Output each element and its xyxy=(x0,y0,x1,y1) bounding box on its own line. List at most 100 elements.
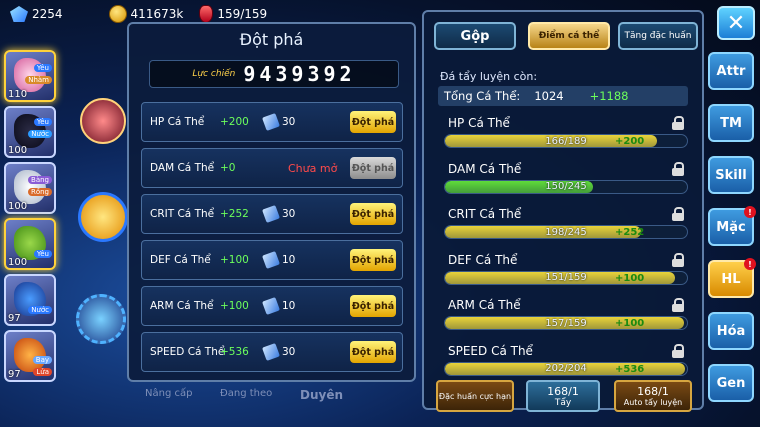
total-value: 1024 xyxy=(534,89,564,103)
level-label: 100 xyxy=(8,257,28,268)
type-badge: Yêu xyxy=(33,250,52,258)
lock-item-icon[interactable] xyxy=(78,192,128,242)
breakthrough-row-dam: DAM Cá Thể +0 Chưa mở Đột phá xyxy=(141,148,403,188)
stat-name: SPEED Cá Thể xyxy=(448,343,533,358)
breakthrough-button[interactable]: Đột phá xyxy=(350,249,396,271)
side-menu-label: Attr xyxy=(716,63,746,79)
stat-progress-text: 151/159 xyxy=(545,272,587,283)
total-label: Tổng Cá Thể: xyxy=(444,89,521,103)
training-stat-row: DEF Cá Thể 151/159 +100 xyxy=(440,252,690,287)
side-menu-label: Skill xyxy=(715,167,747,183)
level-label: 100 xyxy=(8,201,28,212)
stat-progress-bar: 198/245 +252 xyxy=(444,225,688,239)
stat-name: HP Cá Thể xyxy=(448,116,510,130)
ticket-icon xyxy=(262,205,280,223)
gem-counter[interactable]: 2254 xyxy=(10,6,63,22)
alert-badge: ! xyxy=(744,206,756,218)
nav-upgrade[interactable]: Nâng cấp xyxy=(145,388,192,399)
nav-bond[interactable]: Duyên xyxy=(300,388,343,402)
lock-icon[interactable] xyxy=(672,343,684,358)
side-menu-label: TM xyxy=(720,115,742,131)
close-button[interactable]: ✕ xyxy=(717,6,755,40)
side-menu-mặc[interactable]: Mặc! xyxy=(708,206,756,246)
type-badge: Lửa xyxy=(33,368,52,376)
tab-individual-points[interactable]: Điểm cá thể xyxy=(528,22,610,50)
side-menu-skill[interactable]: Skill xyxy=(708,156,754,194)
team-slot-4[interactable]: Yêu 100 xyxy=(4,218,56,270)
lock-icon[interactable] xyxy=(672,116,684,130)
training-stat-row: ARM Cá Thể 157/159 +100 xyxy=(440,298,690,332)
side-menu-gen[interactable]: Gen xyxy=(708,364,754,402)
potion-icon xyxy=(199,5,214,23)
lock-icon[interactable] xyxy=(672,298,684,312)
tab-merge[interactable]: Gộp xyxy=(434,22,516,50)
type-badge: Nhàm xyxy=(25,76,52,84)
training-stat-row: CRIT Cá Thể 198/245 +252 xyxy=(440,207,690,241)
stat-name: DEF Cá Thể xyxy=(448,252,518,267)
training-stat-row: HP Cá Thể 166/189 +200 xyxy=(440,116,690,150)
stat-bonus: +100 xyxy=(615,318,645,329)
button-label: Đặc huấn cực hạn xyxy=(438,391,512,401)
stat-bonus: +0 xyxy=(220,162,236,174)
team-slot-3[interactable]: Bàng Rồng 100 xyxy=(4,162,56,214)
gold-counter[interactable]: 411673k xyxy=(108,5,183,23)
team-slot-2[interactable]: Yêu Nước 100 xyxy=(4,106,56,158)
stat-name: SPEED Cá Thể xyxy=(150,346,225,358)
side-menu-label: Gen xyxy=(716,375,746,391)
breakthrough-row-speed: SPEED Cá Thể +536 30 Đột phá xyxy=(141,332,403,372)
gear-ring-icon[interactable] xyxy=(76,294,126,344)
side-menu-hl[interactable]: HL! xyxy=(708,258,756,298)
combat-power-display: Lực chiến 9439392 xyxy=(149,60,399,88)
close-icon: ✕ xyxy=(726,10,746,36)
power-label: Lực chiến xyxy=(192,69,236,79)
item-orb-icon[interactable] xyxy=(80,98,126,144)
breakthrough-button-disabled: Đột phá xyxy=(350,157,396,179)
breakthrough-button[interactable]: Đột phá xyxy=(350,295,396,317)
side-menu-label: Mặc xyxy=(716,219,746,235)
breakthrough-button[interactable]: Đột phá xyxy=(350,341,396,363)
type-badge: Yêu xyxy=(33,118,52,126)
team-slot-5[interactable]: Nước 97 xyxy=(4,274,56,326)
type-badge: Nước xyxy=(28,306,52,314)
stat-bonus: +252 xyxy=(220,208,249,220)
side-menu-tm[interactable]: TM xyxy=(708,104,754,142)
extreme-training-button[interactable]: Đặc huấn cực hạn xyxy=(436,380,514,412)
team-slot-6[interactable]: Bay Lửa 97 xyxy=(4,330,56,382)
stat-progress-bar: 150/245 xyxy=(444,179,688,194)
level-label: 97 xyxy=(8,313,21,324)
breakthrough-row-hp: HP Cá Thể +200 30 Đột phá xyxy=(141,102,403,142)
team-slot-1[interactable]: Yêu Nhàm 110 xyxy=(4,50,56,102)
stat-bonus: +200 xyxy=(615,136,645,147)
gold-coin-icon xyxy=(108,5,127,23)
gem-amount: 2254 xyxy=(32,7,63,21)
ticket-icon xyxy=(262,343,280,361)
power-value: 9439392 xyxy=(243,62,356,86)
reset-label: Tẩy xyxy=(554,397,572,408)
stat-progress-bar: 157/159 +100 xyxy=(444,316,688,330)
stat-bonus: +100 xyxy=(220,254,249,266)
side-menu-attr[interactable]: Attr xyxy=(708,52,754,90)
ticket-icon xyxy=(262,297,280,315)
gem-icon xyxy=(10,6,28,22)
reset-count: 168/1 xyxy=(547,384,579,398)
tab-special-training[interactable]: Tăng đặc huấn xyxy=(618,22,698,50)
stat-progress-text: 166/189 xyxy=(545,135,587,147)
lock-icon[interactable] xyxy=(672,252,684,267)
ticket-cost: 10 xyxy=(282,300,296,312)
ticket-cost: 30 xyxy=(282,116,296,128)
ticket-cost: 30 xyxy=(282,208,296,220)
nav-following[interactable]: Đang theo xyxy=(220,388,272,399)
breakthrough-button[interactable]: Đột phá xyxy=(350,111,396,133)
stat-progress-bar: 166/189 +200 xyxy=(444,134,688,148)
training-stat-row: SPEED Cá Thể 202/204 +536 xyxy=(440,343,690,378)
breakthrough-button[interactable]: Đột phá xyxy=(350,203,396,225)
stamina-counter[interactable]: 159/159 xyxy=(199,5,267,23)
training-panel: Gộp Điểm cá thể Tăng đặc huấn Đá tẩy luy… xyxy=(422,10,704,412)
stat-name: HP Cá Thể xyxy=(150,116,205,128)
side-menu-hóa[interactable]: Hóa xyxy=(708,312,754,350)
auto-reset-button[interactable]: 168/1 Auto tẩy luyện xyxy=(614,380,692,412)
lock-icon[interactable] xyxy=(672,161,684,176)
reset-button[interactable]: 168/1 Tẩy xyxy=(526,380,600,412)
type-badge: Yêu xyxy=(33,64,52,72)
lock-icon[interactable] xyxy=(672,207,684,221)
